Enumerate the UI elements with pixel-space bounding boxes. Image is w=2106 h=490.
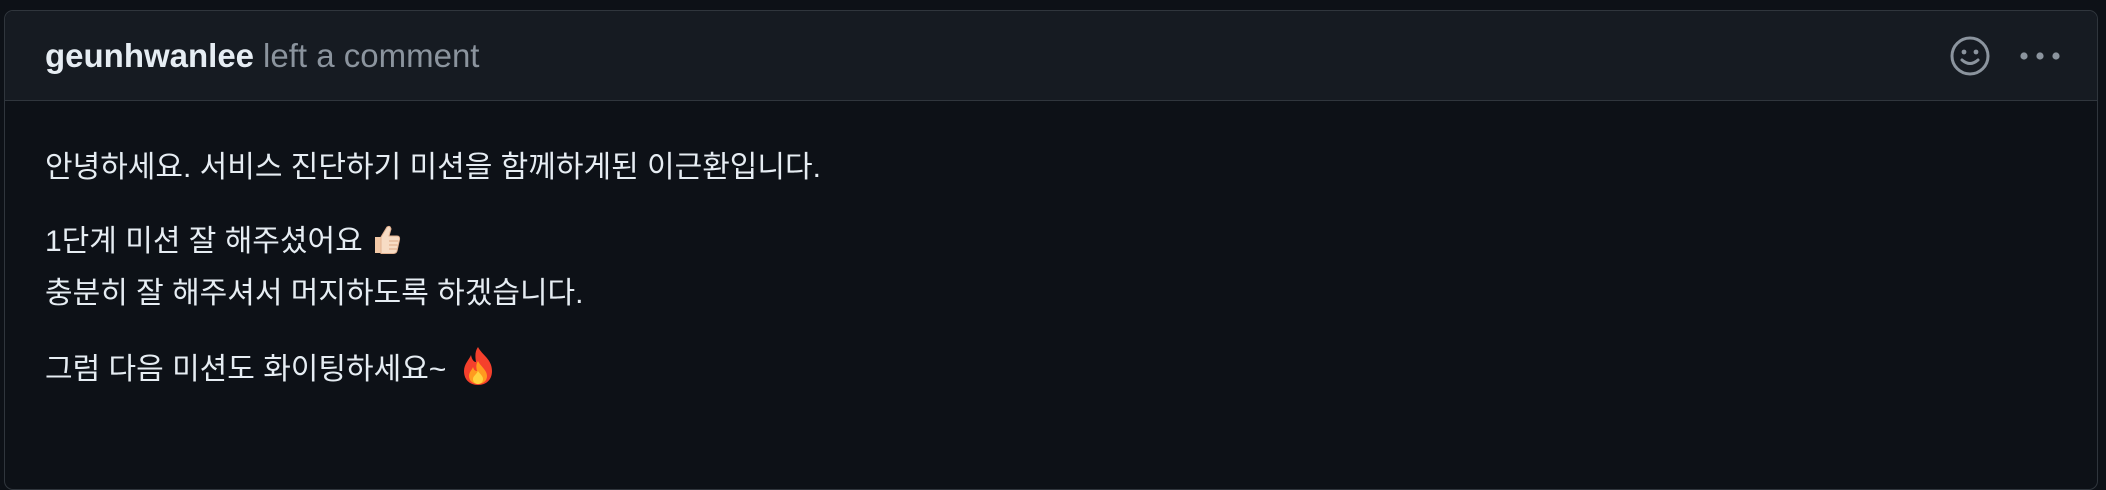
fire-emoji <box>460 345 496 401</box>
closing-text: 그럼 다음 미션도 화이팅하세요~ <box>45 353 447 386</box>
smiley-icon[interactable] <box>1949 35 1991 77</box>
comment-paragraph-greeting: 안녕하세요. 서비스 진단하기 미션을 함께하게된 이근환입니다. <box>45 145 2057 191</box>
comment-header-actions <box>1949 35 2061 77</box>
review-line-1: 1단계 미션 잘 해주셨어요 <box>45 225 363 258</box>
comment-action-text: left a comment <box>263 36 480 74</box>
review-line-2: 충분히 잘 해주셔서 머지하도록 하겠습니다. <box>45 277 584 310</box>
greeting-text: 안녕하세요. 서비스 진단하기 미션을 함께하게된 이근환입니다. <box>45 151 821 184</box>
comment-paragraph-review: 1단계 미션 잘 해주셨어요 충분히 잘 해주셔서 머지하도록 하겠습니다. <box>45 219 2057 317</box>
comment-header: geunhwanlee left a comment <box>5 11 2097 101</box>
kebab-horizontal-icon[interactable] <box>2019 50 2061 62</box>
comment-author-link[interactable]: geunhwanlee <box>45 37 254 75</box>
comment-paragraph-closing: 그럼 다음 미션도 화이팅하세요~ <box>45 345 2057 401</box>
thumbs-up-emoji <box>369 223 403 271</box>
comment-card: geunhwanlee left a comment 안녕하세요. 서비스 진단… <box>4 10 2098 490</box>
comment-body: 안녕하세요. 서비스 진단하기 미션을 함께하게된 이근환입니다. 1단계 미션… <box>5 101 2097 401</box>
